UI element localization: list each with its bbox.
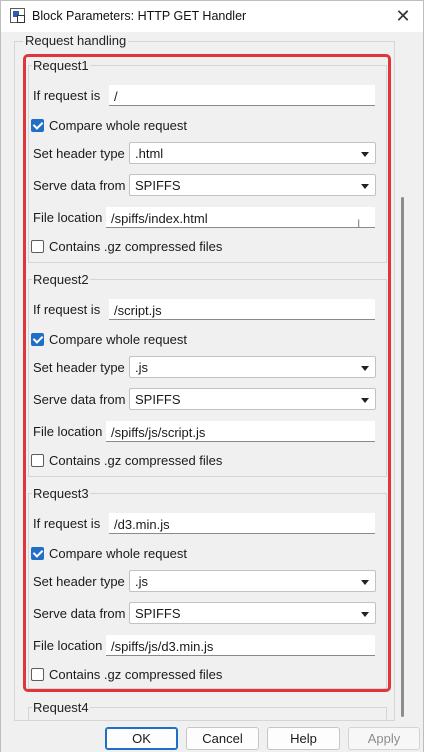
- checkbox-checked-icon: [31, 332, 44, 346]
- request1-path-input[interactable]: [109, 85, 375, 106]
- request3-file-location-input[interactable]: [106, 635, 375, 656]
- request3-gz-checkbox[interactable]: Contains .gz compressed files: [31, 666, 222, 682]
- file-location-label: File location: [33, 210, 103, 225]
- request2-compare-checkbox[interactable]: Compare whole request: [31, 331, 187, 347]
- request2-title: Request2: [32, 272, 90, 287]
- if-request-is-label: If request is: [33, 302, 101, 317]
- checkbox-unchecked-icon: [31, 239, 44, 253]
- contains-gz-label: Contains .gz compressed files: [49, 452, 223, 468]
- contains-gz-label: Contains .gz compressed files: [49, 666, 223, 682]
- compare-whole-request-label: Compare whole request: [49, 331, 188, 347]
- chevron-down-icon: [361, 580, 369, 585]
- if-request-is-label: If request is: [33, 88, 101, 103]
- set-header-type-label: Set header type: [33, 360, 125, 375]
- request1-file-location-input[interactable]: [106, 207, 375, 228]
- serve-data-from-label: Serve data from: [33, 392, 126, 407]
- file-location-label: File location: [33, 424, 103, 439]
- request1-header-type-dropdown[interactable]: .html: [129, 142, 376, 164]
- compare-whole-request-label: Compare whole request: [49, 545, 188, 561]
- text-cursor-icon: I: [357, 217, 361, 231]
- cancel-button[interactable]: Cancel: [186, 727, 259, 750]
- request2-serve-data-dropdown[interactable]: SPIFFS: [129, 388, 376, 410]
- request2-gz-checkbox[interactable]: Contains .gz compressed files: [31, 452, 222, 468]
- close-icon: ✕: [395, 6, 411, 26]
- serve-data-from-label: Serve data from: [33, 178, 126, 193]
- contains-gz-label: Contains .gz compressed files: [49, 238, 223, 254]
- set-header-type-label: Set header type: [33, 146, 125, 161]
- window-title: Block Parameters: HTTP GET Handler: [32, 9, 247, 23]
- checkbox-unchecked-icon: [31, 667, 44, 681]
- chevron-down-icon: [361, 398, 369, 403]
- request1-serve-data-dropdown[interactable]: SPIFFS: [129, 174, 376, 196]
- block-parameters-icon: [10, 8, 25, 23]
- dropdown-value: SPIFFS: [135, 392, 181, 407]
- dropdown-value: SPIFFS: [135, 606, 181, 621]
- close-button[interactable]: ✕: [383, 1, 423, 32]
- chevron-down-icon: [361, 184, 369, 189]
- checkbox-checked-icon: [31, 546, 44, 560]
- chevron-down-icon: [361, 366, 369, 371]
- request1-gz-checkbox[interactable]: Contains .gz compressed files: [31, 238, 222, 254]
- dialog-window: Block Parameters: HTTP GET Handler ✕ Req…: [0, 0, 424, 752]
- dropdown-value: .js: [135, 574, 148, 589]
- request4-title: Request4: [32, 700, 90, 715]
- checkbox-checked-icon: [31, 118, 44, 132]
- checkbox-unchecked-icon: [31, 453, 44, 467]
- dropdown-value: .js: [135, 360, 148, 375]
- chevron-down-icon: [361, 152, 369, 157]
- request1-compare-checkbox[interactable]: Compare whole request: [31, 117, 187, 133]
- file-location-label: File location: [33, 638, 103, 653]
- request1-title: Request1: [32, 58, 90, 73]
- request3-title: Request3: [32, 486, 90, 501]
- request3-header-type-dropdown[interactable]: .js: [129, 570, 376, 592]
- request3-path-input[interactable]: [109, 513, 375, 534]
- dropdown-value: .html: [135, 146, 164, 161]
- compare-whole-request-label: Compare whole request: [49, 117, 188, 133]
- apply-button[interactable]: Apply: [348, 727, 420, 750]
- request3-compare-checkbox[interactable]: Compare whole request: [31, 545, 187, 561]
- request2-header-type-dropdown[interactable]: .js: [129, 356, 376, 378]
- help-button[interactable]: Help: [267, 727, 340, 750]
- request3-serve-data-dropdown[interactable]: SPIFFS: [129, 602, 376, 624]
- title-bar[interactable]: Block Parameters: HTTP GET Handler ✕: [1, 1, 423, 32]
- scrollbar-thumb[interactable]: [401, 197, 404, 717]
- set-header-type-label: Set header type: [33, 574, 125, 589]
- request2-file-location-input[interactable]: [106, 421, 375, 442]
- dropdown-value: SPIFFS: [135, 178, 181, 193]
- serve-data-from-label: Serve data from: [33, 606, 126, 621]
- request2-path-input[interactable]: [109, 299, 375, 320]
- ok-button[interactable]: OK: [105, 727, 178, 750]
- if-request-is-label: If request is: [33, 516, 101, 531]
- chevron-down-icon: [361, 612, 369, 617]
- request-handling-label: Request handling: [23, 33, 129, 48]
